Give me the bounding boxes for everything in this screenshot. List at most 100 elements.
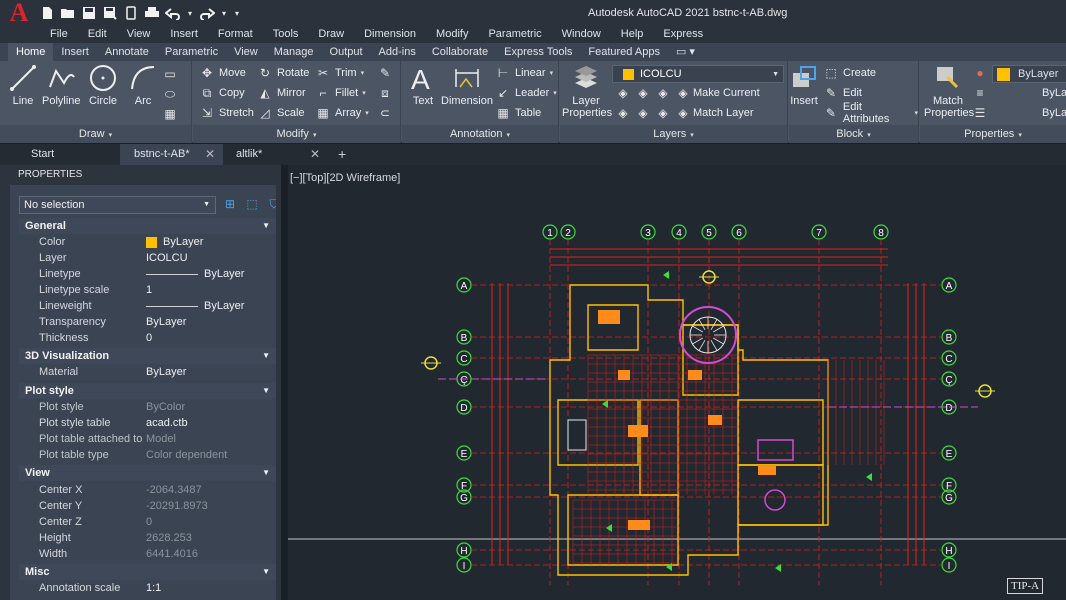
section-view[interactable]: View ▼ xyxy=(19,465,276,481)
hatch-button[interactable]: ▦ xyxy=(162,105,182,123)
layer-tools-row-1[interactable]: ◈ ◈ ◈ ◈ xyxy=(615,84,695,102)
modify-panel-title[interactable]: Modify ▾ xyxy=(193,125,400,143)
fillet-button[interactable]: ⌐ Fillet ▾ xyxy=(315,84,365,102)
property-row[interactable]: Linetype ByLayer xyxy=(19,266,276,282)
erase-button[interactable]: ✎ xyxy=(377,64,397,82)
menu-window[interactable]: Window xyxy=(562,26,601,43)
color-wheel-button[interactable]: ● xyxy=(972,64,992,82)
toggle-pickadd-icon[interactable]: ⊞ xyxy=(222,196,238,212)
property-row[interactable]: Lineweight ByLayer xyxy=(19,298,276,314)
section-general[interactable]: General ▼ xyxy=(19,218,276,234)
property-row[interactable]: Plot style ByColor xyxy=(19,399,276,415)
selection-dropdown[interactable]: No selection ▼ xyxy=(19,196,216,214)
menu-file[interactable]: File xyxy=(50,26,68,43)
rotate-button[interactable]: ↻ Rotate xyxy=(257,64,309,82)
undo-dropdown-icon[interactable]: ▾ xyxy=(185,4,195,22)
tab-parametric[interactable]: Parametric xyxy=(157,43,226,61)
match-layer-button[interactable]: Match Layer xyxy=(693,104,754,122)
lineweight-control[interactable]: ≡ ByLa xyxy=(972,84,1066,102)
section-3d-visualization[interactable]: 3D Visualization ▼ xyxy=(19,348,276,364)
file-tab-bstnc[interactable]: bstnc-t-AB* ✕ xyxy=(120,144,223,165)
annotation-panel-title[interactable]: Annotation ▾ xyxy=(402,125,558,143)
new-icon[interactable] xyxy=(38,4,56,22)
save-as-icon[interactable] xyxy=(101,4,119,22)
tab-output[interactable]: Output xyxy=(322,43,371,61)
property-row[interactable]: Center Z0 xyxy=(19,514,276,530)
layer-dropdown[interactable]: ICOLCU ▼ xyxy=(612,65,784,83)
property-row[interactable]: Width 6441.4016 xyxy=(19,546,276,562)
menu-tools[interactable]: Tools xyxy=(273,26,299,43)
file-tab-start[interactable]: Start xyxy=(0,144,120,165)
tab-annotate[interactable]: Annotate xyxy=(97,43,157,61)
insert-block-button[interactable]: Insert xyxy=(789,63,819,107)
property-row[interactable]: Color ByLayer xyxy=(19,234,276,250)
section-plot-style[interactable]: Plot style ▼ xyxy=(19,383,276,399)
table-button[interactable]: ▦ Table xyxy=(495,104,541,122)
select-objects-icon[interactable]: ⬚ xyxy=(244,196,260,212)
property-row[interactable]: Center X -2064.3487 xyxy=(19,482,276,498)
palette-scrollbar[interactable] xyxy=(276,165,281,600)
dimension-button[interactable]: Dimension xyxy=(441,63,493,107)
property-row[interactable]: Transparency ByLayer xyxy=(19,314,276,330)
tab-manage[interactable]: Manage xyxy=(266,43,322,61)
copy-button[interactable]: ⧉ Copy xyxy=(199,84,245,102)
tab-featured-apps[interactable]: Featured Apps xyxy=(580,43,668,61)
leader-button[interactable]: ↙ Leader ▾ xyxy=(495,84,557,102)
menu-format[interactable]: Format xyxy=(218,26,253,43)
menu-modify[interactable]: Modify xyxy=(436,26,468,43)
drawing-viewport[interactable]: 12345678AABBCCÇÇDDEEFFGGHHII xyxy=(288,165,1066,600)
palette-title-strip[interactable] xyxy=(0,165,10,600)
layer-tools-row-2[interactable]: ◈ ◈ ◈ ◈ xyxy=(615,104,695,122)
offset-button[interactable]: ⊂ xyxy=(377,104,397,122)
make-current-button[interactable]: Make Current xyxy=(693,84,760,102)
linetype-control[interactable]: ☰ ByLa xyxy=(972,104,1066,122)
stretch-button[interactable]: ⇲ Stretch xyxy=(199,104,254,122)
property-row[interactable]: Center Y -20291.8973 xyxy=(19,498,276,514)
menu-insert[interactable]: Insert xyxy=(170,26,198,43)
properties-panel-title[interactable]: Properties ▾ xyxy=(920,125,1066,143)
rectangle-button[interactable]: ▭ xyxy=(162,65,182,83)
menu-draw[interactable]: Draw xyxy=(318,26,344,43)
draw-panel-title[interactable]: Draw ▾ xyxy=(0,125,191,143)
array-button[interactable]: ▦ Array ▾ xyxy=(315,104,368,122)
menu-view[interactable]: View xyxy=(127,26,151,43)
polyline-button[interactable]: Polyline xyxy=(42,63,81,107)
scale-button[interactable]: ◿ Scale xyxy=(257,104,304,122)
property-row[interactable]: Annotation scale 1:1 xyxy=(19,580,276,596)
ribbon-minimize-icon[interactable]: ▭ ▾ xyxy=(668,43,703,61)
new-tab-plus-icon[interactable]: + xyxy=(338,144,354,165)
layer-properties-button[interactable]: Layer Properties xyxy=(562,63,612,119)
create-block-button[interactable]: ⬚ Create xyxy=(823,64,876,82)
viewport-controls[interactable]: [−][Top][2D Wireframe] xyxy=(290,172,400,184)
explode-button[interactable]: ⧈ xyxy=(377,84,397,102)
menu-help[interactable]: Help xyxy=(621,26,644,43)
block-panel-title[interactable]: Block ▾ xyxy=(789,125,918,143)
menu-edit[interactable]: Edit xyxy=(88,26,107,43)
move-button[interactable]: ✥ Move xyxy=(199,64,246,82)
section-misc[interactable]: Misc ▼ xyxy=(19,564,276,580)
redo-dropdown-icon[interactable]: ▾ xyxy=(219,4,229,22)
trim-button[interactable]: ✂ Trim ▾ xyxy=(315,64,364,82)
menu-dimension[interactable]: Dimension xyxy=(364,26,416,43)
color-dropdown[interactable]: ByLayer xyxy=(992,65,1066,83)
tab-add-ins[interactable]: Add-ins xyxy=(371,43,424,61)
circle-button[interactable]: Circle xyxy=(88,63,118,107)
ellipse-button[interactable]: ⬭ xyxy=(162,85,182,103)
file-tab-altlik[interactable]: altlik* ✕ xyxy=(223,144,328,165)
open-icon[interactable] xyxy=(59,4,77,22)
print-icon[interactable] xyxy=(143,4,161,22)
redo-icon[interactable] xyxy=(198,4,216,22)
property-row[interactable]: Linetype scale 1 xyxy=(19,282,276,298)
match-properties-button[interactable]: Match Properties xyxy=(924,63,974,119)
property-row[interactable]: Thickness 0 xyxy=(19,330,276,346)
undo-icon[interactable] xyxy=(164,4,182,22)
menu-parametric[interactable]: Parametric xyxy=(488,26,541,43)
tab-express-tools[interactable]: Express Tools xyxy=(496,43,580,61)
menu-express[interactable]: Express xyxy=(663,26,703,43)
tab-collaborate[interactable]: Collaborate xyxy=(424,43,496,61)
customize-qat-icon[interactable]: ▾ xyxy=(232,4,242,22)
linear-button[interactable]: ⊢ Linear ▾ xyxy=(495,64,553,82)
property-row[interactable]: Material ByLayer xyxy=(19,364,276,380)
property-row[interactable]: Height 2628.253 xyxy=(19,530,276,546)
save-icon[interactable] xyxy=(80,4,98,22)
